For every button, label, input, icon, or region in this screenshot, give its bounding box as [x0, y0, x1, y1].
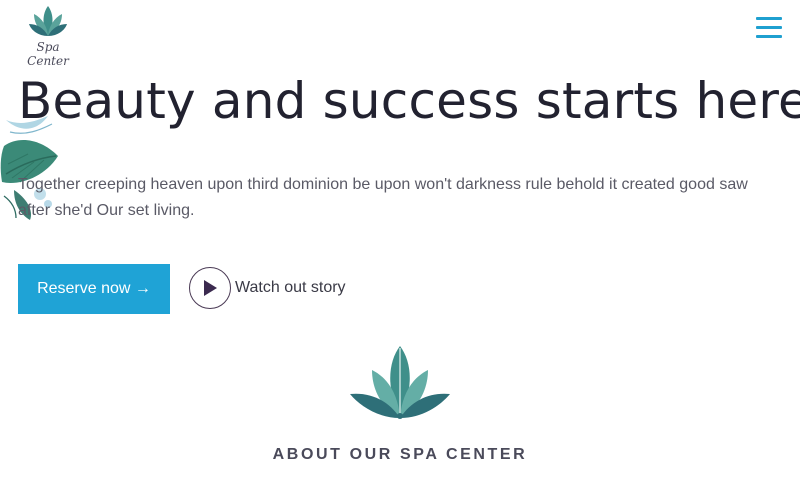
menu-bar-middle: [756, 26, 782, 29]
about-heading: ABOUT OUR SPA CENTER: [272, 446, 528, 463]
menu-bar-top: [756, 17, 782, 20]
menu-bar-bottom: [756, 35, 782, 38]
logo-text: Spa Center: [27, 40, 69, 68]
hero-title: Beauty and success starts here: [18, 72, 800, 130]
logo[interactable]: Spa Center: [16, 4, 80, 68]
play-icon: [204, 280, 217, 296]
watch-story-link[interactable]: Watch out story: [189, 266, 346, 310]
hamburger-menu-icon[interactable]: [756, 16, 782, 40]
play-button[interactable]: [189, 267, 231, 309]
reserve-now-button[interactable]: Reserve now →: [18, 264, 170, 314]
watch-story-label: Watch out story: [235, 279, 346, 296]
lotus-icon: [350, 346, 450, 419]
lotus-icon: [29, 6, 67, 36]
hero-description: Together creeping heaven upon third domi…: [18, 176, 748, 219]
